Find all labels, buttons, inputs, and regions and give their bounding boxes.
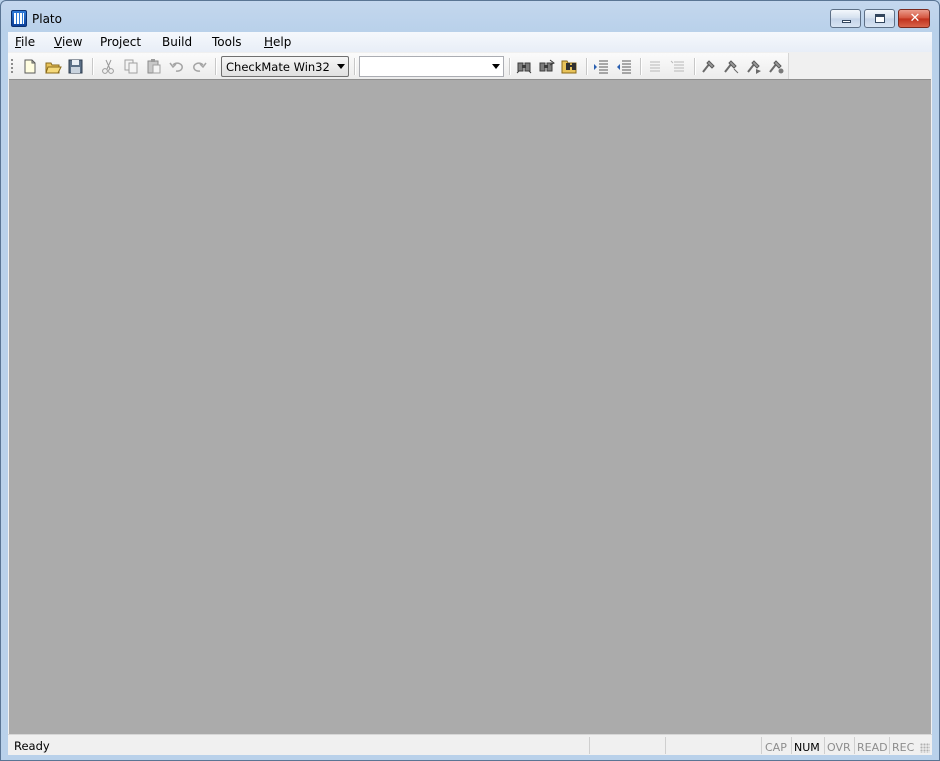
find-icon[interactable]: [514, 57, 534, 76]
indent-icon[interactable]: [591, 57, 611, 76]
num-indicator: NUM: [794, 741, 820, 754]
toolbar-grip[interactable]: [11, 59, 13, 74]
compile-icon[interactable]: [721, 57, 741, 76]
resize-grip-icon[interactable]: [920, 743, 930, 753]
ovr-indicator: OVR: [827, 741, 851, 754]
toolbar-separator: [640, 58, 641, 75]
menu-view[interactable]: View: [54, 35, 82, 49]
status-pane-num: NUM: [791, 737, 824, 754]
menu-bar: File View Project Build Tools Help: [8, 32, 932, 52]
menu-build[interactable]: Build: [162, 35, 192, 49]
plato-app-icon[interactable]: [11, 10, 27, 27]
outdent-icon[interactable]: [614, 57, 634, 76]
minimize-icon: [842, 20, 851, 23]
redo-icon[interactable]: [189, 57, 209, 76]
comment-icon[interactable]: [645, 57, 665, 76]
status-pane-read: READ: [854, 737, 889, 754]
toolbar-separator: [509, 58, 510, 75]
menu-file-mnemonic: F: [15, 35, 22, 49]
chevron-down-icon[interactable]: [492, 64, 500, 69]
toolbar-row: CheckMate Win32: [8, 52, 932, 79]
menu-help-mnemonic: H: [264, 35, 274, 49]
status-pane-rec: REC: [889, 737, 917, 754]
toolbar-separator: [215, 58, 216, 75]
save-icon[interactable]: [65, 57, 85, 76]
status-text: Ready: [14, 739, 50, 753]
title-bar[interactable]: Plato ✕: [1, 1, 939, 32]
menu-project[interactable]: Project: [100, 35, 141, 49]
debug-icon[interactable]: [766, 57, 786, 76]
run-icon[interactable]: [744, 57, 764, 76]
cap-indicator: CAP: [765, 741, 787, 754]
main-toolbar: CheckMate Win32: [8, 53, 789, 79]
client-area: File View Project Build Tools Help Check…: [8, 32, 932, 755]
menu-view-mnemonic: V: [54, 35, 62, 49]
menu-tools[interactable]: Tools: [212, 35, 242, 49]
toolbar-separator: [694, 58, 695, 75]
menu-file[interactable]: File: [15, 35, 35, 49]
configuration-combo-value: CheckMate Win32: [226, 60, 330, 74]
status-pane: [589, 737, 665, 754]
close-icon: ✕: [909, 11, 921, 26]
find-in-files-icon[interactable]: [560, 57, 580, 76]
status-pane: [665, 737, 761, 754]
build-icon[interactable]: [699, 57, 719, 76]
uncomment-icon[interactable]: [668, 57, 688, 76]
status-bar: Ready CAP NUM OVR READ REC: [8, 734, 932, 755]
configuration-combo[interactable]: CheckMate Win32: [221, 56, 349, 77]
close-button[interactable]: ✕: [898, 9, 930, 28]
new-file-icon[interactable]: [20, 57, 40, 76]
window-title: Plato: [32, 12, 62, 26]
paste-icon[interactable]: [144, 57, 164, 76]
status-pane-ovr: OVR: [824, 737, 854, 754]
find-replace-icon[interactable]: [537, 57, 557, 76]
maximize-button[interactable]: [864, 9, 895, 28]
status-pane-cap: CAP: [761, 737, 791, 754]
rec-indicator: REC: [892, 741, 915, 754]
minimize-button[interactable]: [830, 9, 861, 28]
maximize-icon: [875, 14, 885, 23]
menu-help[interactable]: Help: [264, 35, 291, 49]
app-window: Plato ✕ File View Project Build Tools He…: [0, 0, 940, 761]
read-indicator: READ: [857, 741, 888, 754]
chevron-down-icon[interactable]: [337, 64, 345, 69]
toolbar-separator: [586, 58, 587, 75]
copy-icon[interactable]: [121, 57, 141, 76]
cut-icon[interactable]: [98, 57, 118, 76]
undo-icon[interactable]: [167, 57, 187, 76]
toolbar-separator: [354, 58, 355, 75]
open-folder-icon[interactable]: [43, 57, 63, 76]
target-combo[interactable]: [359, 56, 504, 77]
toolbar-separator: [92, 58, 93, 75]
mdi-workspace[interactable]: [9, 79, 931, 734]
